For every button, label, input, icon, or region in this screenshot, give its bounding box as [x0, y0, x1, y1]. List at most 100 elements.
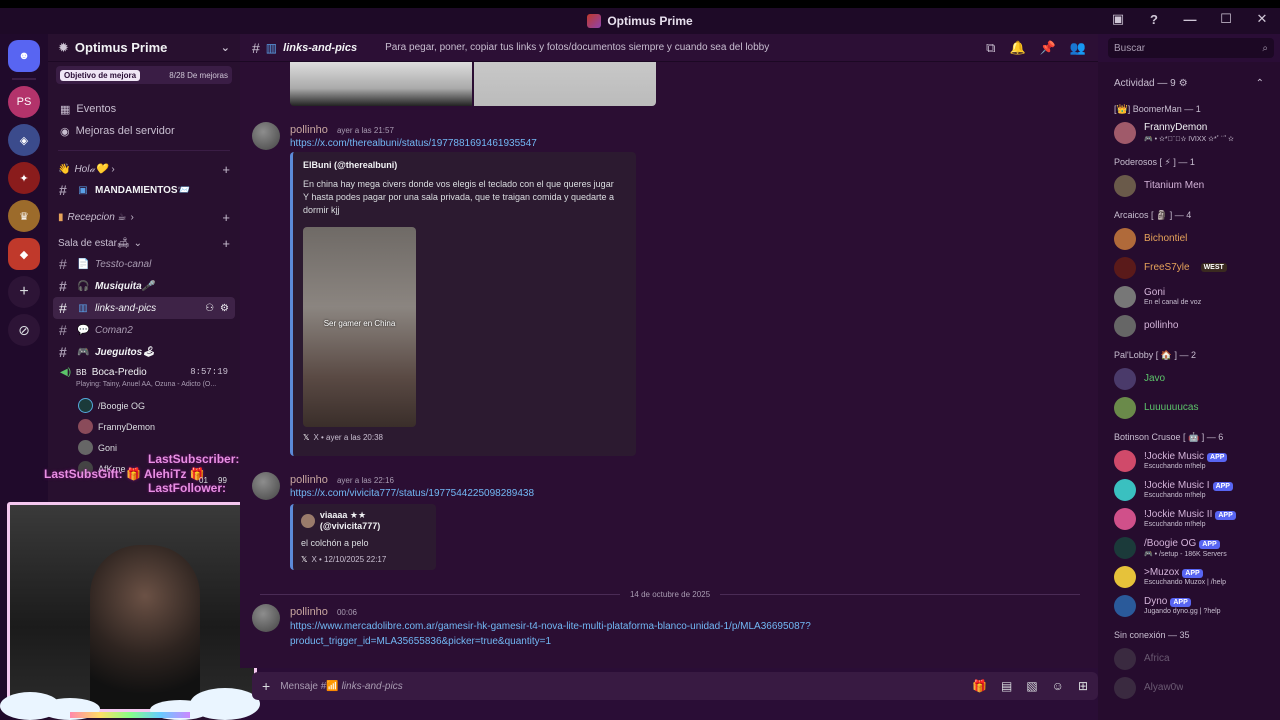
- avatar: [78, 398, 93, 413]
- server-icon-folder[interactable]: ◈: [8, 124, 40, 156]
- date-separator: 14 de octubre de 2025: [260, 590, 1081, 599]
- help-icon[interactable]: ?: [1146, 12, 1162, 27]
- channel-tessto-canal[interactable]: # 📄 Tessto-canal: [53, 253, 235, 275]
- pin-icon[interactable]: 📌: [1040, 40, 1056, 56]
- avatar[interactable]: [252, 122, 280, 150]
- member-item[interactable]: FreeS7yle WEST: [1098, 253, 1280, 282]
- message-link-continued[interactable]: product_trigger_id=MLA35655836&picker=tr…: [290, 636, 551, 647]
- add-attachment-icon[interactable]: +: [262, 678, 270, 694]
- member-item[interactable]: Luuuuuucas: [1098, 393, 1280, 422]
- previous-image-right[interactable]: [474, 62, 656, 106]
- member-name-text: /Boogie OG: [1144, 537, 1197, 549]
- voice-channel-boca-predio[interactable]: ◀) BB Boca-Predio 8:57:19: [48, 363, 240, 381]
- member-item[interactable]: Dyno APP Jugando dyno.gg | ?help: [1098, 591, 1280, 620]
- gift-icon[interactable]: 🎁: [972, 679, 987, 693]
- gear-icon[interactable]: ⚙: [1179, 78, 1188, 89]
- member-item[interactable]: /Boogie OG APP 🎮 • /setup - 186K Servers: [1098, 533, 1280, 562]
- search-input[interactable]: Buscar ⌕: [1108, 38, 1274, 58]
- message-link[interactable]: https://www.mercadolibre.com.ar/gamesir-…: [290, 621, 811, 632]
- server-icon-gold[interactable]: ♛: [8, 200, 40, 232]
- message-author[interactable]: pollinho ayer a las 21:57: [290, 124, 394, 136]
- channel-jueguitos[interactable]: # 🎮 Jueguitos🕹: [53, 341, 235, 363]
- bell-icon[interactable]: 🔔: [1009, 40, 1025, 56]
- activity-header[interactable]: Actividad — 9 ⚙ ⌃: [1098, 74, 1280, 92]
- search-icon: ⌕: [1262, 42, 1268, 54]
- maximize-icon[interactable]: ☐: [1218, 11, 1234, 27]
- member-item[interactable]: !Jockie Music I APP Escuchando m!help: [1098, 475, 1280, 504]
- member-item[interactable]: >Muzox APP Escuchando Muzox | /help: [1098, 562, 1280, 591]
- server-icon-red[interactable]: ✦: [8, 162, 40, 194]
- apps-icon[interactable]: ⊞: [1078, 679, 1088, 693]
- channel-mandamientos[interactable]: # ▣ MANDAMIENTOS📨: [53, 179, 235, 201]
- create-channel-icon[interactable]: +: [222, 236, 230, 251]
- member-status: Jugando dyno.gg | ?help: [1144, 608, 1221, 615]
- author-name[interactable]: pollinho: [290, 474, 328, 486]
- minimize-icon[interactable]: —: [1182, 12, 1198, 27]
- chevron-up-icon[interactable]: ⌃: [1256, 78, 1264, 89]
- member-name: Africa: [1144, 653, 1170, 664]
- gear-icon[interactable]: ⚙: [220, 303, 229, 314]
- category-recepcion[interactable]: ▮ Recepcion ☕ › +: [48, 207, 240, 227]
- add-server-icon[interactable]: +: [8, 276, 40, 308]
- member-item[interactable]: Javo: [1098, 364, 1280, 393]
- speech-bubble-icon: 💬: [77, 324, 90, 336]
- embed-author[interactable]: ElBuni (@therealbuni): [303, 160, 626, 170]
- boost-progress[interactable]: Objetivo de mejora 8/28 De mejoras: [56, 66, 232, 84]
- member-item[interactable]: Titanium Men: [1098, 171, 1280, 200]
- member-item[interactable]: !Jockie Music II APP Escuchando m!help: [1098, 504, 1280, 533]
- member-item[interactable]: Alyaw0w: [1098, 673, 1280, 702]
- channel-coman2[interactable]: # 💬 Coman2: [53, 319, 235, 341]
- author-name[interactable]: pollinho: [290, 606, 328, 618]
- member-item[interactable]: FrannyDemon 🎮 • ✫*ﾟ¨ﾟ✫ IVIXX ✫*ﾟ¨ﾟ✫: [1098, 118, 1280, 147]
- calendar-icon: ▦: [60, 103, 71, 116]
- member-item[interactable]: Africa: [1098, 644, 1280, 673]
- sticker-icon[interactable]: ▧: [1026, 679, 1037, 693]
- emoji-icon[interactable]: ☺: [1052, 679, 1064, 693]
- avatar: [78, 419, 93, 434]
- message-author[interactable]: pollinho 00:06: [290, 606, 357, 618]
- message-link[interactable]: https://x.com/therealbuni/status/1977881…: [290, 138, 537, 149]
- create-channel-icon[interactable]: +: [222, 210, 230, 225]
- category-sala-de-estar[interactable]: Sala de estar🛋 ⌄ +: [48, 233, 240, 253]
- avatar: [1114, 314, 1136, 337]
- channel-header: # ▥ links-and-pics Para pegar, poner, co…: [240, 34, 1098, 62]
- threads-icon[interactable]: ⧉: [986, 40, 995, 56]
- member-item[interactable]: Bichontiel: [1098, 224, 1280, 253]
- embed-author-row[interactable]: viaaaa ★★ (@vivicita777): [301, 510, 428, 531]
- message-link[interactable]: https://x.com/vivicita777/status/1977544…: [290, 488, 534, 499]
- server-icon-ps[interactable]: PS: [8, 86, 40, 118]
- avatar[interactable]: [252, 472, 280, 500]
- close-icon[interactable]: ✕: [1254, 11, 1270, 27]
- server-icon-optimus-prime[interactable]: ◆: [8, 238, 40, 270]
- embed-image[interactable]: Ser gamer en China: [303, 227, 416, 427]
- category-hola[interactable]: 👋 Hol𝒶💛 › +: [48, 159, 240, 179]
- previous-image-left[interactable]: [290, 62, 472, 106]
- gif-icon[interactable]: ▤: [1001, 679, 1012, 693]
- message-composer[interactable]: + Mensaje #📶 links-and-pics 🎁 ▤ ▧ ☺ ⊞: [252, 672, 1098, 700]
- direct-messages-icon[interactable]: ☻: [8, 40, 40, 72]
- invite-icon[interactable]: ⚇: [205, 303, 214, 314]
- member-name-text: >Muzox: [1144, 567, 1180, 578]
- boost-count: 8/28 De mejoras: [169, 70, 228, 80]
- server-header[interactable]: ✹ Optimus Prime ⌄: [48, 34, 240, 62]
- composer-placeholder-prefix: Mensaje #📶: [280, 680, 339, 692]
- author-name[interactable]: pollinho: [290, 124, 328, 136]
- events-link[interactable]: ▦ Eventos: [48, 98, 240, 120]
- member-item[interactable]: !Jockie Music APP Escuchando m!help: [1098, 446, 1280, 475]
- channel-links-and-pics[interactable]: # ▥ links-and-pics ⚇ ⚙: [53, 297, 235, 319]
- category-sala-label: Sala de estar🛋: [58, 237, 130, 249]
- voice-user[interactable]: /Boogie OG: [48, 395, 240, 416]
- avatar[interactable]: [252, 604, 280, 632]
- member-item[interactable]: pollinho: [1098, 311, 1280, 340]
- create-channel-icon[interactable]: +: [222, 162, 230, 177]
- inbox-icon[interactable]: ▣: [1110, 11, 1126, 27]
- discover-icon[interactable]: ⊘: [8, 314, 40, 346]
- embed-author[interactable]: viaaaa ★★ (@vivicita777): [320, 510, 428, 531]
- server-boosts-link[interactable]: ◉ Mejoras del servidor: [48, 120, 240, 142]
- member-item[interactable]: Goni En el canal de voz: [1098, 282, 1280, 311]
- members-icon[interactable]: 👥: [1070, 40, 1086, 56]
- channel-header-topic[interactable]: Para pegar, poner, copiar tus links y fo…: [385, 42, 769, 53]
- channel-musiquita[interactable]: # 🎧 Musiquita🎤: [53, 275, 235, 297]
- voice-user[interactable]: FrannyDemon: [48, 416, 240, 437]
- message-author[interactable]: pollinho ayer a las 22:16: [290, 474, 394, 486]
